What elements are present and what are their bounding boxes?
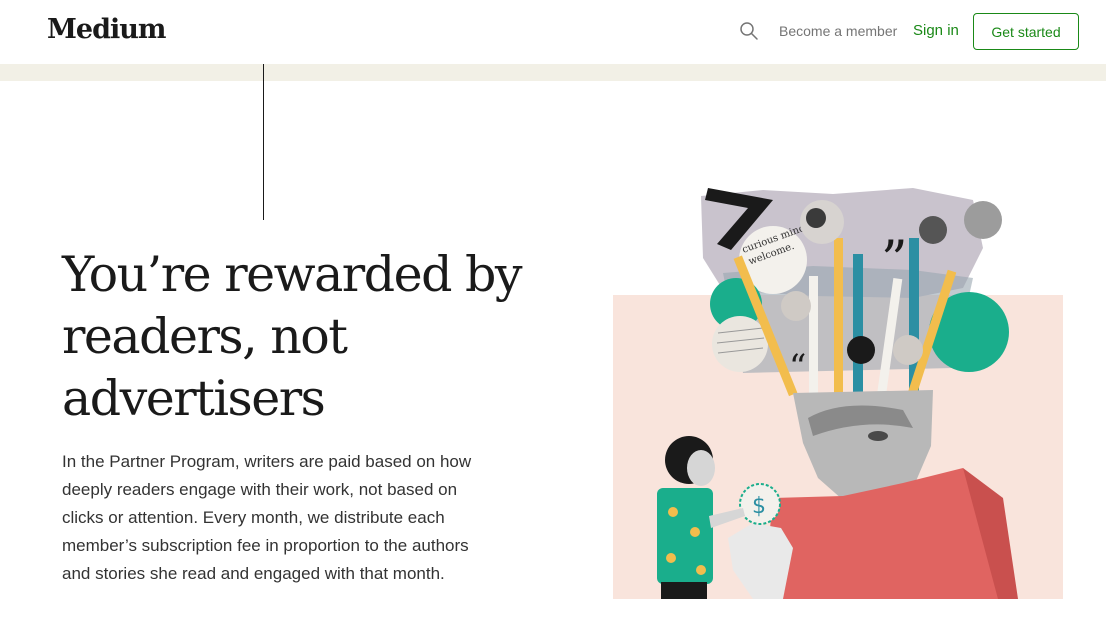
svg-text:$: $	[752, 494, 766, 519]
hero-illustration: curious minds welcome. ” “ $	[613, 178, 1063, 599]
get-started-button[interactable]: Get started	[973, 13, 1079, 50]
search-icon[interactable]	[738, 20, 760, 42]
sign-in-link[interactable]: Sign in	[913, 22, 959, 39]
medium-logo[interactable]: Medium	[47, 14, 166, 45]
description-line-3: clicks or attention. Every month, we dis…	[62, 508, 445, 527]
headline-line-2: readers, not	[62, 308, 348, 365]
top-navigation-bar: Medium Become a member Sign in Get start…	[0, 0, 1106, 64]
become-member-link[interactable]: Become a member	[779, 23, 897, 39]
description-line-2: deeply readers engage with their work, n…	[62, 480, 458, 499]
header-divider-band	[0, 64, 1106, 81]
collage-illustration: curious minds welcome. ” “ $	[613, 188, 1063, 599]
hero-description: In the Partner Program, writers are paid…	[62, 448, 512, 588]
description-line-4: member’s subscription fee in proportion …	[62, 536, 469, 555]
description-line-1: In the Partner Program, writers are paid…	[62, 452, 472, 471]
headline-line-3: advertisers	[62, 370, 326, 427]
decorative-vertical-line	[263, 64, 264, 220]
hero-headline: You’re rewarded by readers, not advertis…	[62, 244, 542, 430]
description-line-5: and stories she read and engaged with th…	[62, 564, 445, 583]
headline-line-1: You’re rewarded by	[62, 246, 523, 303]
